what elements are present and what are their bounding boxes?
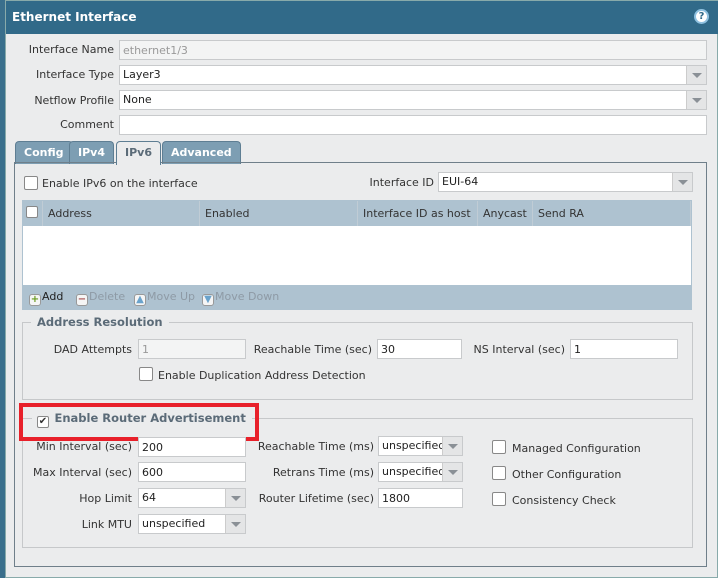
other-configuration-checkbox[interactable]: [492, 466, 506, 480]
interface-type-select[interactable]: Layer3: [119, 65, 707, 85]
other-configuration-label: Other Configuration: [512, 468, 622, 481]
interface-id-value: EUI-64: [442, 175, 479, 188]
netflow-profile-label: Netflow Profile: [34, 94, 114, 107]
ns-interval-label: NS Interval (sec): [473, 343, 565, 356]
netflow-profile-select[interactable]: None: [119, 90, 707, 110]
plus-icon: +: [29, 294, 41, 306]
tab-config[interactable]: Config: [15, 141, 73, 164]
ar-reachable-time-input[interactable]: [377, 339, 462, 359]
column-header-interface-id-as-host[interactable]: Interface ID as host: [358, 201, 478, 226]
enable-ipv6-checkbox[interactable]: [24, 176, 38, 190]
ra-reachable-time-select[interactable]: unspecified: [378, 436, 463, 456]
consistency-check-label: Consistency Check: [512, 494, 616, 507]
interface-type-value: Layer3: [123, 68, 161, 81]
add-button[interactable]: + Add: [29, 290, 63, 306]
ra-reachable-time-label: Reachable Time (ms): [257, 440, 374, 453]
column-header-enabled[interactable]: Enabled: [200, 201, 358, 226]
retrans-time-label: Retrans Time (ms): [272, 466, 374, 479]
move-down-button[interactable]: ▼ Move Down: [202, 290, 279, 306]
router-lifetime-label: Router Lifetime (sec): [258, 492, 374, 505]
chevron-down-icon[interactable]: [672, 173, 692, 191]
move-down-label: Move Down: [215, 290, 280, 303]
ra-reachable-time-value: unspecified: [382, 439, 446, 452]
help-icon[interactable]: ?: [694, 9, 709, 24]
delete-button[interactable]: − Delete: [76, 290, 125, 306]
ns-interval-input[interactable]: [570, 339, 678, 359]
delete-label: Delete: [89, 290, 126, 303]
managed-configuration-checkbox[interactable]: [492, 440, 506, 454]
dialog-title: Ethernet Interface: [12, 10, 137, 24]
minus-icon: −: [76, 294, 88, 306]
interface-name-input[interactable]: [119, 40, 707, 60]
dad-attempts-label: DAD Attempts: [53, 343, 132, 356]
tab-advanced[interactable]: Advanced: [162, 141, 241, 164]
address-resolution-title: Address Resolution: [37, 315, 163, 329]
min-interval-label: Min Interval (sec): [36, 440, 132, 453]
retrans-time-value: unspecified: [382, 465, 446, 478]
comment-label: Comment: [60, 118, 114, 131]
enable-dad-label: Enable Duplication Address Detection: [158, 369, 366, 382]
add-label: Add: [42, 290, 64, 303]
managed-configuration-label: Managed Configuration: [512, 442, 641, 455]
arrow-up-icon: ▲: [134, 294, 146, 306]
max-interval-input[interactable]: [138, 462, 246, 482]
min-interval-input[interactable]: [138, 437, 246, 457]
dad-attempts-input[interactable]: [138, 339, 246, 359]
chevron-down-icon[interactable]: [686, 91, 706, 109]
column-header-address[interactable]: Address: [43, 201, 200, 226]
interface-name-label: Interface Name: [28, 43, 114, 56]
chevron-down-icon[interactable]: [686, 66, 706, 84]
move-up-button[interactable]: ▲ Move Up: [134, 290, 195, 306]
chevron-down-icon[interactable]: [442, 437, 462, 455]
link-mtu-value: unspecified: [142, 517, 206, 530]
select-all-checkbox[interactable]: [26, 206, 38, 218]
hop-limit-select[interactable]: 64: [138, 488, 246, 508]
move-up-label: Move Up: [147, 290, 196, 303]
column-header-send-ra[interactable]: Send RA: [533, 201, 691, 226]
chevron-down-icon[interactable]: [442, 463, 462, 481]
netflow-profile-value: None: [123, 93, 152, 106]
comment-input[interactable]: [119, 115, 707, 135]
link-mtu-select[interactable]: unspecified: [138, 514, 246, 534]
dialog-title-bar: Ethernet Interface ?: [6, 1, 718, 34]
column-header-anycast[interactable]: Anycast: [478, 201, 533, 226]
ar-reachable-time-label: Reachable Time (sec): [253, 343, 372, 356]
chevron-down-icon[interactable]: [225, 489, 245, 507]
hop-limit-value: 64: [142, 491, 156, 504]
max-interval-label: Max Interval (sec): [33, 466, 132, 479]
arrow-down-icon: ▼: [202, 294, 214, 306]
retrans-time-select[interactable]: unspecified: [378, 462, 463, 482]
chevron-down-icon[interactable]: [225, 515, 245, 533]
hop-limit-label: Hop Limit: [79, 492, 132, 505]
interface-id-label: Interface ID: [369, 176, 434, 189]
router-lifetime-input[interactable]: [378, 488, 463, 508]
tab-ipv4[interactable]: IPv4: [69, 141, 114, 164]
interface-type-label: Interface Type: [35, 68, 114, 81]
select-all-header: [23, 201, 43, 226]
link-mtu-label: Link MTU: [81, 518, 132, 531]
highlight-box: [19, 403, 259, 441]
enable-ipv6-label: Enable IPv6 on the interface: [42, 177, 198, 190]
enable-dad-checkbox[interactable]: [139, 367, 153, 381]
interface-id-select[interactable]: EUI-64: [438, 172, 693, 192]
consistency-check-checkbox[interactable]: [492, 492, 506, 506]
tab-ipv6[interactable]: IPv6: [116, 141, 161, 165]
